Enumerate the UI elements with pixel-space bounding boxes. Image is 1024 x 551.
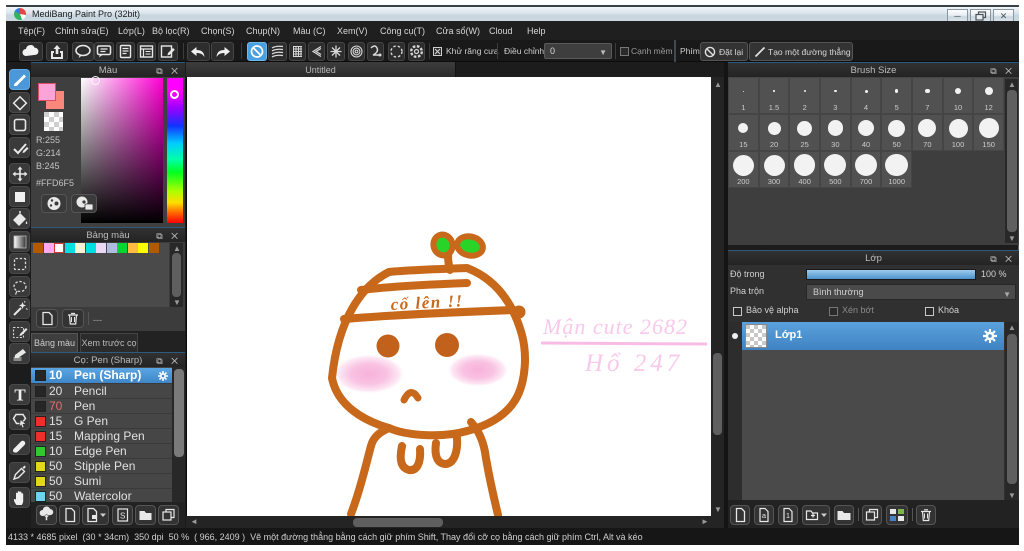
svg-text:1: 1: [786, 511, 790, 520]
svg-text:T: T: [14, 386, 26, 405]
svg-text:a: a: [762, 511, 767, 520]
svg-text:Mận cute 2682: Mận cute 2682: [542, 314, 688, 339]
svg-text:cố lên !!: cố lên !!: [390, 291, 464, 314]
svg-text:Hổ 247: Hổ 247: [584, 350, 683, 377]
svg-text:S: S: [120, 512, 125, 521]
